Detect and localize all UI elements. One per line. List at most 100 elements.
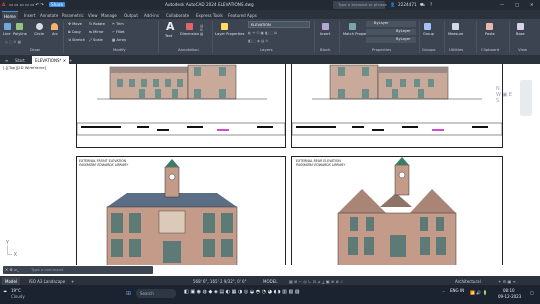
measure-icon[interactable]: [452, 23, 459, 30]
status-toggle-icons[interactable]: ▦ ⊞ ⌐ ◎ ∟ ⊡ ⊿ ⟂ ▣ ⊕ ⊗ ✓: [286, 277, 347, 285]
linetype-dropdown[interactable]: ByLayer: [366, 29, 416, 35]
user-name[interactable]: 2224471: [398, 2, 417, 7]
group-tool-label[interactable]: Group: [423, 32, 434, 36]
tab-addins[interactable]: Add-ins: [142, 11, 161, 19]
tray-icons[interactable]: 📶 🔊 🔋: [470, 290, 487, 295]
command-line[interactable]: ✕ ⚙ >_ Type a command: [3, 266, 153, 274]
annotation-extra-icons[interactable]: ▤ ⊞ ▦: [200, 24, 203, 36]
search-box[interactable]: Type a keyword or phrase: [333, 1, 387, 9]
tab-parametric[interactable]: Parametric: [60, 11, 86, 19]
weather-desc[interactable]: Cloudy: [11, 294, 25, 299]
layer-properties-icon[interactable]: [221, 23, 228, 30]
tab-home[interactable]: Home: [2, 11, 18, 19]
panel-label-layers[interactable]: Layers: [260, 47, 273, 52]
taskbar-search[interactable]: Search: [136, 289, 176, 298]
user-icon[interactable]: 👤: [390, 2, 395, 8]
clock-date[interactable]: 09-12-2023: [498, 294, 521, 299]
windows-start-icon[interactable]: ⊞: [126, 290, 131, 297]
help-icon[interactable]: ?: [430, 2, 432, 7]
panel-label-groups[interactable]: Groups: [422, 47, 436, 52]
panel-label-annotation[interactable]: Annotation: [178, 47, 199, 52]
clock-time[interactable]: 08:10: [503, 288, 515, 293]
taskbar-app-icons[interactable]: ◧ ▣ ◉ ◍ ◆ ◈ ▤ ◐ ▦ ◑ ◎ ◒ ◓ ◔ ◕ ◖ ◗ ▥ ▧ ▨: [184, 289, 300, 295]
tray-chevron-icon[interactable]: ⌃: [442, 290, 445, 295]
layout-tab-iso-a3[interactable]: ISO A3 Landscape: [26, 277, 68, 285]
scale-tool[interactable]: ⤢ Scale: [89, 38, 103, 42]
text-icon[interactable]: A: [166, 20, 175, 33]
file-tab-start[interactable]: Start: [12, 56, 28, 64]
color-dropdown[interactable]: ByLayer: [366, 21, 416, 27]
group-icon[interactable]: [424, 23, 431, 30]
base-tool-label[interactable]: Base: [516, 32, 525, 36]
base-icon[interactable]: [517, 23, 524, 30]
layer-tool-icons[interactable]: ◐ ☀ ⚿ ▣ ◧ ⬚ ⧉: [248, 31, 277, 35]
tab-collaborate[interactable]: Collaborate: [164, 11, 191, 19]
share-button[interactable]: Share: [49, 2, 66, 7]
file-tab-elevations[interactable]: ELEVATIONS* ✕: [32, 56, 70, 64]
layer-properties-label[interactable]: Layer Properties: [215, 32, 244, 36]
tab-featured-apps[interactable]: Featured Apps: [226, 11, 259, 19]
command-icons[interactable]: ✕ ⚙ >_: [5, 267, 19, 272]
viewcube-icon[interactable]: NW ▣ ES: [496, 86, 512, 104]
autocad-logo-icon[interactable]: A: [2, 2, 5, 7]
layer-tool-icons-2[interactable]: ◧ ⬚ ◈ ▤ ⊙: [248, 39, 269, 43]
circle-icon[interactable]: [36, 23, 43, 30]
circle-tool-label[interactable]: Circle: [34, 32, 44, 36]
array-tool[interactable]: ▦ Array: [112, 38, 126, 42]
annotation-scale-dropdown[interactable]: Architectural: [452, 277, 484, 285]
maximize-button[interactable]: □: [515, 2, 519, 7]
panel-label-draw[interactable]: Draw: [30, 47, 40, 52]
mirror-tool[interactable]: ⇋ Mirror: [89, 30, 104, 34]
layout-tab-model[interactable]: Model: [2, 277, 21, 285]
add-layout-button[interactable]: +: [68, 277, 77, 285]
insert-icon[interactable]: [322, 23, 329, 30]
arc-tool-label[interactable]: Arc: [52, 32, 58, 36]
polyline-icon[interactable]: [16, 23, 23, 30]
stretch-tool[interactable]: ⇲ Stretch: [68, 38, 85, 42]
weather-icon[interactable]: ☁: [3, 288, 7, 293]
navigation-bar[interactable]: [520, 80, 532, 116]
tab-output[interactable]: Output: [122, 11, 140, 19]
new-tab-button[interactable]: +: [66, 56, 75, 64]
measure-tool-label[interactable]: Measure: [448, 32, 463, 36]
status-model-toggle[interactable]: MODEL: [260, 277, 280, 285]
text-tool-label[interactable]: Text: [165, 34, 172, 38]
polyline-tool-label[interactable]: Polyline: [13, 32, 27, 36]
panel-label-modify[interactable]: Modify: [113, 47, 126, 52]
status-extra-icons[interactable]: + ⚙ ▣ ≡: [495, 277, 519, 285]
rotate-tool[interactable]: ↻ Rotate: [89, 22, 105, 26]
drawing-canvas[interactable]: [-][Top][2D Wireframe] N W ▣ E S EXTERNA…: [0, 64, 540, 265]
minimize-button[interactable]: —: [500, 2, 504, 7]
match-properties-icon[interactable]: [349, 23, 356, 30]
weather-temp[interactable]: 19°C: [11, 288, 21, 293]
lineweight-dropdown[interactable]: ByLayer: [366, 37, 416, 43]
language-indicator[interactable]: ENG IN: [450, 288, 464, 293]
close-button[interactable]: ✕: [530, 2, 534, 7]
paste-icon[interactable]: [486, 23, 493, 30]
arc-icon[interactable]: [51, 23, 58, 30]
view-controls[interactable]: [-][Top][2D Wireframe]: [3, 65, 46, 70]
tab-view[interactable]: View: [86, 11, 100, 19]
search-input[interactable]: Type a keyword or phrase: [338, 2, 387, 7]
dimension-tool-label[interactable]: Dimension: [180, 32, 199, 36]
notification-icon[interactable]: ▢: [530, 290, 534, 295]
fillet-tool[interactable]: ⌐ Fillet: [112, 30, 125, 34]
dimension-icon[interactable]: [186, 23, 193, 30]
command-input[interactable]: Type a command: [31, 267, 63, 272]
panel-label-block[interactable]: Block: [320, 47, 330, 52]
panel-label-utilities[interactable]: Utilities: [449, 47, 463, 52]
tab-manage[interactable]: Manage: [99, 11, 119, 19]
copy-tool[interactable]: ⧉ Copy: [68, 30, 81, 34]
menu-icon[interactable]: ≡: [2, 56, 11, 64]
line-icon[interactable]: [4, 23, 11, 30]
cart-icon[interactable]: ⛟: [420, 2, 425, 8]
draw-extra-icons[interactable]: ◇ ⬚ ⊙ ▦: [5, 40, 21, 44]
panel-label-view[interactable]: View: [518, 47, 527, 52]
move-tool[interactable]: ✥ Move: [68, 22, 82, 26]
layer-dropdown[interactable]: ELEVATION: [248, 21, 310, 28]
tab-annotate[interactable]: Annotate: [38, 11, 60, 19]
trim-tool[interactable]: ✂ Trim: [112, 22, 124, 26]
paste-tool-label[interactable]: Paste: [485, 32, 495, 36]
line-tool-label[interactable]: Line: [3, 32, 11, 36]
quick-access-toolbar[interactable]: ▭ ▭ ▭ ▭ ▭ ↶ ↷: [9, 2, 44, 7]
